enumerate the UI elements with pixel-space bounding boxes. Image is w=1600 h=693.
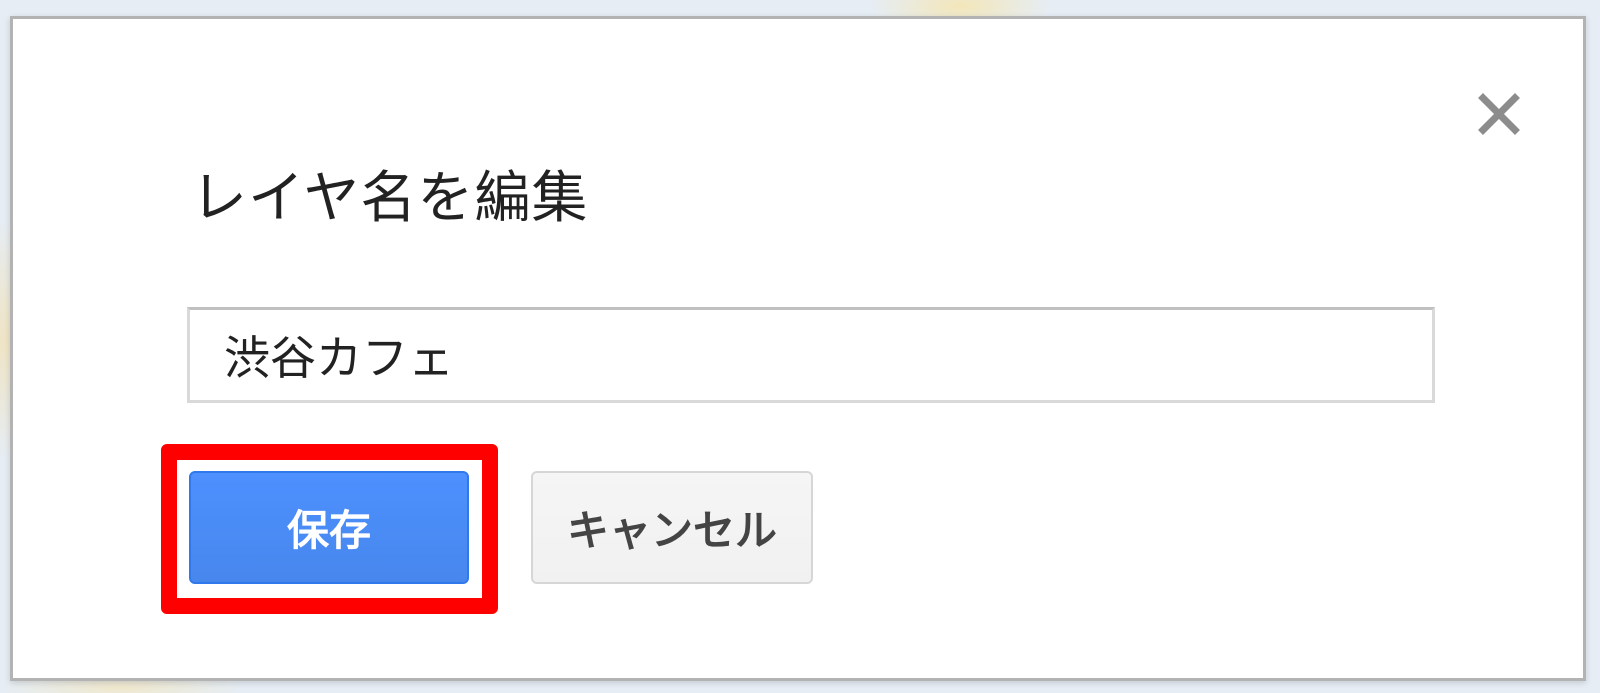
close-icon — [1477, 92, 1521, 136]
layer-name-input[interactable] — [187, 307, 1435, 403]
dialog-title: レイヤ名を編集 — [191, 166, 589, 231]
close-button[interactable] — [1471, 86, 1527, 142]
save-button[interactable]: 保存 — [189, 471, 469, 584]
edit-layer-name-dialog: レイヤ名を編集 保存 キャンセル — [10, 16, 1586, 681]
cancel-button[interactable]: キャンセル — [531, 471, 813, 584]
